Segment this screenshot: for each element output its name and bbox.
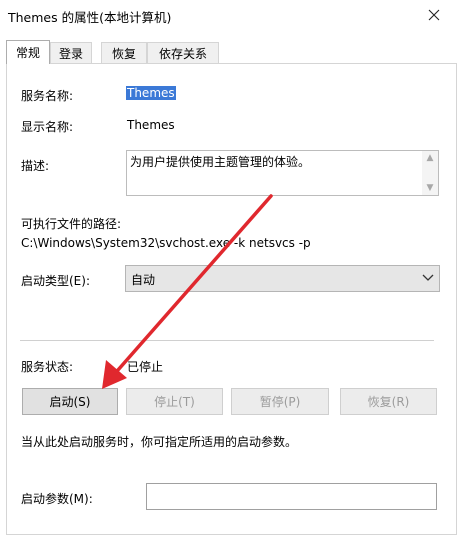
scroll-up-icon[interactable]: ▲: [422, 151, 438, 165]
divider: [20, 340, 434, 341]
tab-general[interactable]: 常规: [6, 40, 50, 64]
service-status-label: 服务状态:: [21, 360, 74, 374]
start-hint-text: 当从此处启动服务时，你可指定所适用的启动参数。: [21, 435, 298, 449]
stop-button-label: 停止(T): [154, 395, 195, 409]
tab-dependencies[interactable]: 依存关系: [147, 42, 219, 63]
start-params-input[interactable]: [146, 483, 437, 510]
description-scrollbar[interactable]: ▲ ▼: [422, 151, 438, 195]
service-name-value[interactable]: Themes: [126, 86, 176, 100]
chevron-down-icon: [422, 274, 434, 281]
stop-button[interactable]: 停止(T): [126, 388, 223, 415]
start-button[interactable]: 启动(S): [22, 388, 118, 415]
tab-dependencies-label: 依存关系: [158, 46, 207, 61]
start-button-label: 启动(S): [49, 395, 91, 409]
start-params-label: 启动参数(M):: [21, 492, 93, 506]
tab-logon[interactable]: 登录: [50, 42, 92, 63]
exe-path-label: 可执行文件的路径:: [21, 217, 122, 231]
general-panel: [6, 63, 457, 535]
description-label: 描述:: [21, 159, 50, 173]
tab-logon-label: 登录: [58, 46, 83, 61]
display-name-value: Themes: [127, 118, 175, 132]
window-title: Themes 的属性(本地计算机): [8, 10, 172, 25]
service-name-selected-text[interactable]: Themes: [126, 86, 176, 100]
tab-recovery-label: 恢复: [111, 46, 136, 61]
tab-recovery[interactable]: 恢复: [101, 42, 147, 63]
startup-type-label: 启动类型(E):: [21, 274, 90, 288]
exe-path-value: C:\Windows\System32\svchost.exe -k netsv…: [21, 236, 311, 250]
close-icon: [428, 9, 440, 21]
startup-type-value: 自动: [131, 273, 156, 287]
resume-button-label: 恢复(R): [367, 395, 410, 409]
resume-button[interactable]: 恢复(R): [340, 388, 437, 415]
description-field[interactable]: 为用户提供使用主题管理的体验。 ▲ ▼: [126, 150, 439, 196]
pause-button-label: 暂停(P): [259, 395, 301, 409]
tab-strip: 常规 登录 恢复 依存关系: [6, 40, 452, 64]
pause-button[interactable]: 暂停(P): [231, 388, 329, 415]
display-name-label: 显示名称:: [21, 120, 74, 134]
close-button[interactable]: [414, 0, 454, 30]
title-bar: Themes 的属性(本地计算机): [0, 0, 458, 30]
tab-general-label: 常规: [15, 46, 40, 60]
scroll-down-icon[interactable]: ▼: [422, 181, 438, 195]
description-text: 为用户提供使用主题管理的体验。: [130, 155, 311, 169]
service-status-value: 已停止: [127, 360, 164, 374]
startup-type-dropdown[interactable]: 自动: [125, 265, 440, 292]
service-name-label: 服务名称:: [21, 89, 74, 103]
